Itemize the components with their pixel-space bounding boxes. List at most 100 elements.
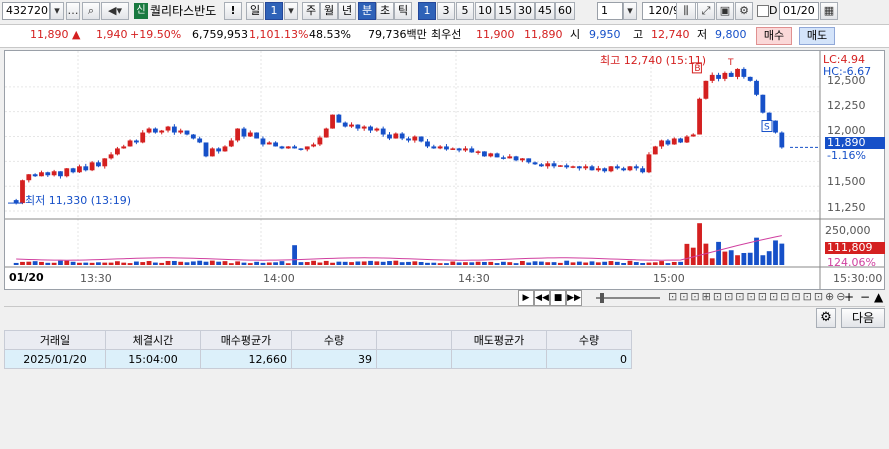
next-button[interactable]: 다음 [841,308,885,328]
volume-bar [507,262,513,265]
volume-bar [766,251,772,265]
candle-body [728,72,734,77]
up-arrow-icon: ▲ [72,28,81,41]
scroll-up-icon[interactable]: ▲ [874,290,883,304]
code-list-icon[interactable]: … [66,2,80,20]
volume-bar [614,261,620,265]
candle-body [355,124,361,129]
save-icon[interactable]: ▣ [716,2,734,20]
zoom-out-icon[interactable]: − [860,290,870,304]
volume-bar [266,262,272,265]
calendar-icon[interactable]: ▦ [820,2,838,20]
warning-button[interactable]: ! [224,2,242,20]
period-dropdown-icon[interactable]: ▾ [284,2,298,20]
candle-body [659,140,665,147]
volume-bar [133,261,139,265]
fast-forward-icon[interactable]: ▶▶ [566,290,582,306]
volume-bar [292,245,297,265]
candle-body [260,138,266,145]
minute-3-button[interactable]: 3 [437,2,455,20]
candle-body [741,68,747,77]
sell-button[interactable]: 매도 [799,27,835,45]
volume-bar [684,243,690,265]
interval-dropdown-icon[interactable]: ▾ [623,2,637,20]
table-row[interactable]: 2025/01/20 15:04:00 12,660 39 0 [4,349,632,369]
code-dropdown-icon[interactable]: ▾ [50,2,64,20]
candle-type-icon[interactable]: ⫼ [676,2,696,20]
candle-body [247,132,253,137]
candle-body [298,148,304,150]
volume-bar [494,263,500,265]
buy-avg-price: 12,660 [200,349,292,369]
price-chart[interactable]: BST LC:4.94 HC:-6.67 12,500 12,250 12,00… [4,50,885,290]
volume-bar [184,262,190,265]
buy-button[interactable]: 매수 [756,27,792,45]
volume-tick: 250,000 [825,224,871,237]
volume-bar [583,262,589,265]
gear-icon[interactable]: ⚙ [735,2,753,20]
minute-15-button[interactable]: 15 [495,2,515,20]
bid-price: 11,890 [524,28,563,41]
candle-body [368,126,373,131]
stop-icon[interactable]: ■ [550,290,566,306]
candle-body [507,156,513,159]
period-second-button[interactable]: 초 [376,2,394,20]
volume-bar [96,262,101,265]
volume-bar [393,260,399,265]
candle-body [127,140,133,147]
trade-amount: 79,736백만 [368,28,427,41]
period-day-button[interactable]: 일 [246,2,264,20]
volume-bar [254,261,260,265]
volume-bar [526,262,532,265]
stock-code-input[interactable]: 432720 [2,2,50,20]
sell-avg-price [451,349,547,369]
minute-5-button[interactable]: 5 [456,2,474,20]
candle-body [279,146,285,149]
scroll-right-icon[interactable]: ▶ [518,290,534,306]
gear-icon[interactable]: ⚙ [816,308,836,328]
period-minute-button[interactable]: 분 [358,2,376,20]
period-value-input[interactable]: 1 [265,2,283,20]
speaker-dropdown-icon[interactable]: ◀▾ [101,2,129,20]
chart-svg: BST [5,51,884,289]
candle-body [444,146,449,150]
period-year-button[interactable]: 년 [338,2,356,20]
minute-60-button[interactable]: 60 [555,2,575,20]
ask-price: 11,900 [476,28,515,41]
chart-expand-icon[interactable]: ⤢ [697,2,715,20]
volume-bar [627,260,633,265]
period-tick-button[interactable]: 틱 [394,2,412,20]
date-checkbox[interactable] [757,5,769,17]
high-annotation: 최고 12,740 (15:11) [600,54,707,67]
period-month-button[interactable]: 월 [320,2,338,20]
col-header: 수량 [291,330,377,350]
interval-input[interactable]: 1 [597,2,623,20]
candle-body [589,166,595,171]
zoom-slider[interactable] [596,297,660,299]
search-icon[interactable]: ⌕ [82,2,100,20]
candle-body [640,168,646,173]
new-listing-badge: 신 [134,3,148,19]
drawing-tools[interactable]: ⊡⊡⊡⊞⊡⊡⊡⊡⊡⊡⊡⊡⊡⊡⊕⊖ [668,290,847,303]
zoom-in-icon[interactable]: + [844,290,854,304]
candle-body [133,140,139,143]
zoom-slider-thumb[interactable] [600,293,604,303]
period-week-button[interactable]: 주 [302,2,320,20]
volume-bar [298,262,304,265]
candle-body [393,133,399,139]
price-tick: 11,250 [827,201,866,214]
minute-1-button[interactable]: 1 [418,2,436,20]
rewind-icon[interactable]: ◀◀ [534,290,550,306]
col-header: 매수평균가 [200,330,292,350]
minute-45-button[interactable]: 45 [535,2,555,20]
volume-bar [209,260,215,265]
volume-bar [32,261,38,265]
date-input[interactable]: 01/20 [779,2,819,20]
candle-body [595,168,601,171]
candle-body [412,136,418,141]
table-header-row: 거래일 체결시간 매수평균가 수량 매도평균가 수량 [4,330,632,350]
minute-30-button[interactable]: 30 [515,2,535,20]
minute-10-button[interactable]: 10 [475,2,495,20]
candle-body [58,171,63,177]
volume-bar [89,262,95,265]
